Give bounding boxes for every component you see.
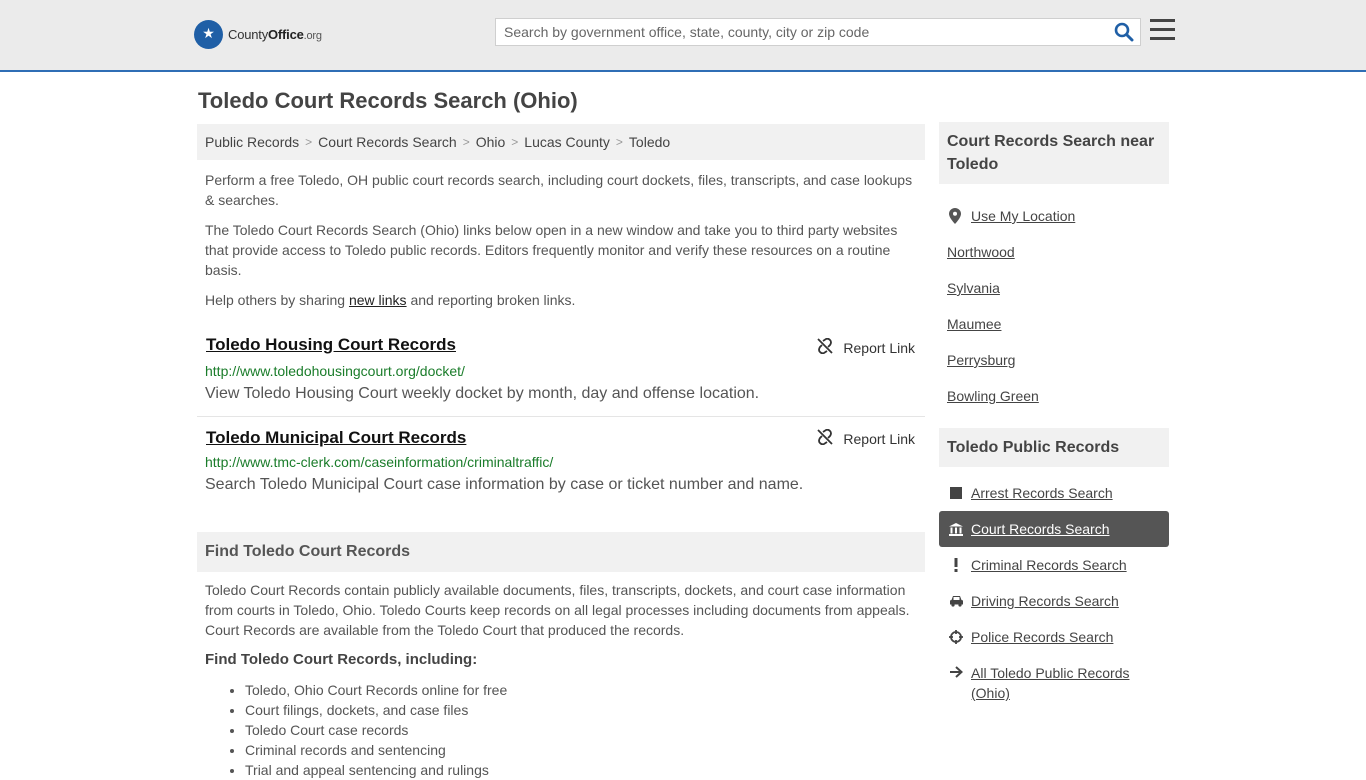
broken-link-icon	[817, 428, 834, 448]
report-link-button[interactable]: Report Link	[817, 337, 915, 357]
sidebar-item-arrest-records[interactable]: Arrest Records Search	[939, 475, 1169, 511]
list-item: Court filings, dockets, and case files	[245, 700, 507, 720]
sidebar-nearby-title: Court Records Search near Toledo	[939, 122, 1169, 184]
chevron-right-icon: >	[305, 135, 313, 149]
nearby-place-link[interactable]: Perrysburg	[947, 352, 1015, 368]
crosshair-icon	[947, 630, 965, 644]
disclaimer-paragraph: The Toledo Court Records Search (Ohio) l…	[205, 222, 898, 278]
sidebar-item-criminal-records[interactable]: Criminal Records Search	[939, 547, 1169, 583]
sidebar-public-records: Toledo Public Records Arrest Records Sea…	[939, 428, 1169, 701]
intro-paragraph: Perform a free Toledo, OH public court r…	[205, 172, 913, 208]
nearby-place-link[interactable]: Sylvania	[947, 280, 1000, 296]
nearby-place-item[interactable]: Bowling Green	[939, 378, 1169, 414]
sidebar-item-police-records[interactable]: Police Records Search	[939, 619, 1169, 655]
result-description: View Toledo Housing Court weekly docket …	[205, 385, 760, 402]
result-title-link[interactable]: Toledo Housing Court Records	[206, 335, 456, 355]
sidebar-item-court-records[interactable]: Court Records Search	[939, 511, 1169, 547]
list-item: Toledo Court case records	[245, 720, 507, 740]
breadcrumb-public-records[interactable]: Public Records	[205, 134, 299, 150]
nearby-place-item[interactable]: Perrysburg	[939, 342, 1169, 378]
car-icon	[947, 595, 965, 607]
search-input[interactable]	[496, 19, 1106, 45]
square-icon	[947, 487, 965, 499]
find-section-subheading: Find Toledo Court Records, including:	[205, 651, 478, 668]
search-bar	[495, 18, 1141, 46]
result-description: Search Toledo Municipal Court case infor…	[205, 476, 804, 493]
sidebar-item-driving-records[interactable]: Driving Records Search	[939, 583, 1169, 619]
result-url[interactable]: http://www.toledohousingcourt.org/docket…	[205, 363, 465, 379]
courthouse-icon	[947, 522, 965, 536]
sidebar-nearby: Court Records Search near Toledo Use My …	[939, 122, 1169, 414]
sidebar-item-all-public-records[interactable]: All Toledo Public Records (Ohio)	[939, 655, 1169, 701]
exclamation-icon	[947, 558, 965, 572]
breadcrumb: Public Records > Court Records Search > …	[197, 124, 925, 160]
result-title-link[interactable]: Toledo Municipal Court Records	[206, 428, 466, 448]
intro-text: Perform a free Toledo, OH public court r…	[197, 170, 925, 310]
find-list: Toledo, Ohio Court Records online for fr…	[245, 680, 507, 780]
result-item: Toledo Housing Court Records Report Link…	[197, 330, 925, 417]
eagle-seal-icon: ★	[194, 20, 223, 49]
page-title: Toledo Court Records Search (Ohio)	[198, 88, 578, 113]
main-content: Public Records > Court Records Search > …	[197, 124, 925, 507]
list-item: Toledo, Ohio Court Records online for fr…	[245, 680, 507, 700]
list-item: Trial and appeal sentencing and rulings	[245, 760, 507, 780]
nearby-place-item[interactable]: Northwood	[939, 234, 1169, 270]
list-item: Criminal records and sentencing	[245, 740, 507, 760]
nearby-place-link[interactable]: Maumee	[947, 316, 1001, 332]
logo[interactable]: ★ CountyOffice.org	[194, 20, 322, 49]
breadcrumb-court-records-search[interactable]: Court Records Search	[318, 134, 457, 150]
use-my-location-link[interactable]: Use My Location	[971, 208, 1075, 224]
share-paragraph: Help others by sharing new links and rep…	[205, 292, 576, 308]
nearby-place-item[interactable]: Maumee	[939, 306, 1169, 342]
logo-text: CountyOffice.org	[228, 27, 322, 42]
nearby-place-link[interactable]: Northwood	[947, 244, 1015, 260]
nearby-place-link[interactable]: Bowling Green	[947, 388, 1039, 404]
find-section-heading: Find Toledo Court Records	[197, 532, 925, 572]
site-header: ★ CountyOffice.org	[0, 0, 1366, 72]
result-url[interactable]: http://www.tmc-clerk.com/caseinformation…	[205, 454, 553, 470]
hamburger-menu-icon[interactable]	[1150, 19, 1175, 41]
result-item: Toledo Municipal Court Records Report Li…	[197, 417, 925, 507]
broken-link-icon	[817, 337, 834, 357]
find-section-body: Toledo Court Records contain publicly av…	[205, 582, 910, 638]
chevron-right-icon: >	[511, 135, 519, 149]
use-location-item[interactable]: Use My Location	[939, 198, 1169, 234]
report-link-button[interactable]: Report Link	[817, 428, 915, 448]
map-pin-icon	[947, 208, 963, 224]
breadcrumb-current: Toledo	[628, 134, 671, 150]
breadcrumb-ohio[interactable]: Ohio	[476, 134, 506, 150]
arrow-right-icon	[947, 666, 965, 678]
search-icon[interactable]	[1114, 22, 1134, 42]
breadcrumb-lucas-county[interactable]: Lucas County	[524, 134, 610, 150]
chevron-right-icon: >	[615, 135, 623, 149]
chevron-right-icon: >	[462, 135, 470, 149]
new-links-link[interactable]: new links	[349, 292, 407, 308]
sidebar-public-title: Toledo Public Records	[939, 428, 1169, 467]
nearby-place-item[interactable]: Sylvania	[939, 270, 1169, 306]
